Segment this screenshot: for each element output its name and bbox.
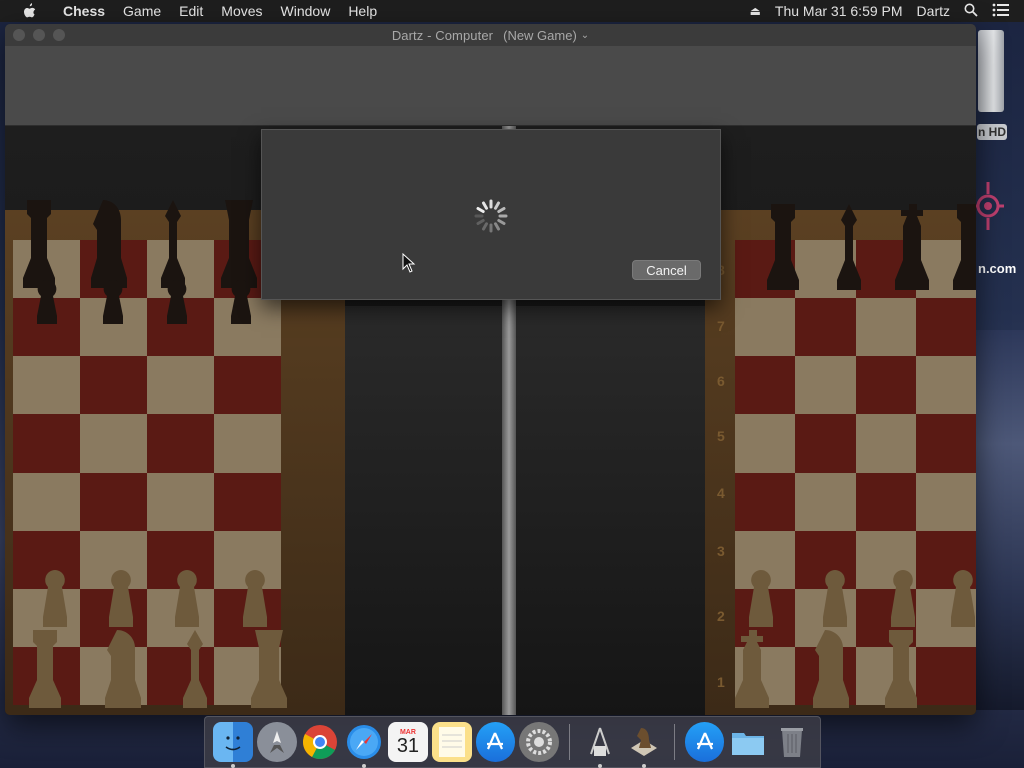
menu-bar: Chess Game Edit Moves Window Help ⏏ Thu …: [0, 0, 1024, 22]
hard-drive-label: n HD: [977, 124, 1007, 140]
window-title: Dartz - Computer: [391, 27, 494, 43]
window-subtitle[interactable]: (New Game): [503, 28, 577, 43]
cancel-button[interactable]: Cancel: [632, 260, 701, 280]
chevron-down-icon[interactable]: ⌄: [581, 30, 589, 41]
dock-separator: [673, 724, 675, 760]
spotlight-search-icon[interactable]: [964, 3, 978, 20]
trash-icon[interactable]: [772, 722, 812, 762]
chrome-icon[interactable]: [301, 722, 341, 762]
white-pawn-piece[interactable]: [101, 570, 141, 630]
white-knight-piece[interactable]: [811, 630, 851, 710]
white-knight-piece[interactable]: [103, 630, 143, 710]
menu-window[interactable]: Window: [272, 0, 340, 22]
menu-edit[interactable]: Edit: [170, 0, 212, 22]
desktop-wallpaper: [976, 330, 1024, 710]
menu-clock[interactable]: Thu Mar 31 6:59 PM: [775, 3, 903, 19]
dock-separator: [569, 724, 571, 760]
chess-window: Dartz - Computer (New Game) ⌄ 7 6 5 4 3 …: [5, 24, 976, 715]
white-pawn-piece[interactable]: [167, 570, 207, 630]
finder-icon[interactable]: [213, 722, 253, 768]
title-bar[interactable]: Dartz - Computer (New Game) ⌄: [5, 24, 976, 46]
black-pawn-piece[interactable]: [221, 280, 261, 330]
hard-drive-icon[interactable]: [978, 30, 1004, 112]
app-store-downloads-icon[interactable]: [684, 722, 725, 762]
white-pawn-piece[interactable]: [235, 570, 275, 630]
apple-menu-icon[interactable]: [20, 2, 38, 20]
white-rook-piece[interactable]: [25, 630, 65, 710]
folder-icon[interactable]: [728, 722, 768, 762]
white-rook-piece[interactable]: [881, 630, 921, 710]
rank-label: 7: [717, 318, 725, 334]
black-king-piece[interactable]: [893, 204, 933, 309]
board-right-half[interactable]: 8 7 6 5 4 3 2 1: [705, 204, 976, 715]
system-preferences-icon[interactable]: [519, 722, 560, 762]
black-rook-piece[interactable]: [949, 204, 976, 309]
calendar-icon[interactable]: MAR 31: [388, 722, 428, 762]
white-bishop-piece[interactable]: [175, 630, 215, 710]
minimize-button[interactable]: [33, 29, 45, 41]
white-pawn-piece[interactable]: [815, 570, 855, 630]
notification-center-icon[interactable]: [992, 3, 1010, 20]
rank-label: 3: [717, 543, 725, 559]
desktop-item-label: n.com: [978, 261, 1017, 276]
rank-label: 5: [717, 428, 725, 444]
desktop-app-icon[interactable]: [974, 176, 1004, 236]
white-pawn-piece[interactable]: [883, 570, 923, 630]
calendar-day: 31: [396, 734, 420, 757]
menu-moves[interactable]: Moves: [212, 0, 271, 22]
chess-app-icon[interactable]: [624, 722, 664, 768]
window-controls: [13, 29, 65, 41]
spinner-icon: [474, 199, 508, 233]
menu-game[interactable]: Game: [114, 0, 170, 22]
rank-label: 1: [717, 674, 725, 690]
menu-app-chess[interactable]: Chess: [54, 0, 114, 22]
close-button[interactable]: [13, 29, 25, 41]
menu-user[interactable]: Dartz: [917, 3, 950, 19]
launchpad-icon[interactable]: [256, 722, 297, 762]
app-store-icon[interactable]: [475, 722, 516, 762]
white-pawn-piece[interactable]: [943, 570, 976, 630]
black-rook-piece[interactable]: [763, 204, 803, 309]
white-queen-piece[interactable]: [249, 630, 289, 710]
white-pawn-piece[interactable]: [741, 570, 781, 630]
toolbar: [5, 46, 976, 126]
mouse-cursor-icon: [402, 253, 416, 273]
white-king-piece[interactable]: [733, 630, 773, 710]
rank-label: 6: [717, 373, 725, 389]
instruments-icon[interactable]: [580, 722, 620, 768]
loading-sheet: Cancel: [261, 129, 721, 300]
black-pawn-piece[interactable]: [93, 280, 133, 330]
black-pawn-piece[interactable]: [157, 280, 197, 330]
rank-label: 2: [717, 608, 725, 624]
notes-icon[interactable]: [431, 722, 472, 762]
safari-icon[interactable]: [344, 722, 384, 768]
zoom-button[interactable]: [53, 29, 65, 41]
black-pawn-piece[interactable]: [27, 280, 67, 330]
menu-help[interactable]: Help: [339, 0, 386, 22]
eject-icon[interactable]: ⏏: [750, 4, 761, 18]
rank-label: 4: [717, 485, 725, 501]
black-bishop-piece[interactable]: [829, 204, 869, 309]
dock: MAR 31: [204, 716, 821, 768]
white-pawn-piece[interactable]: [35, 570, 75, 630]
